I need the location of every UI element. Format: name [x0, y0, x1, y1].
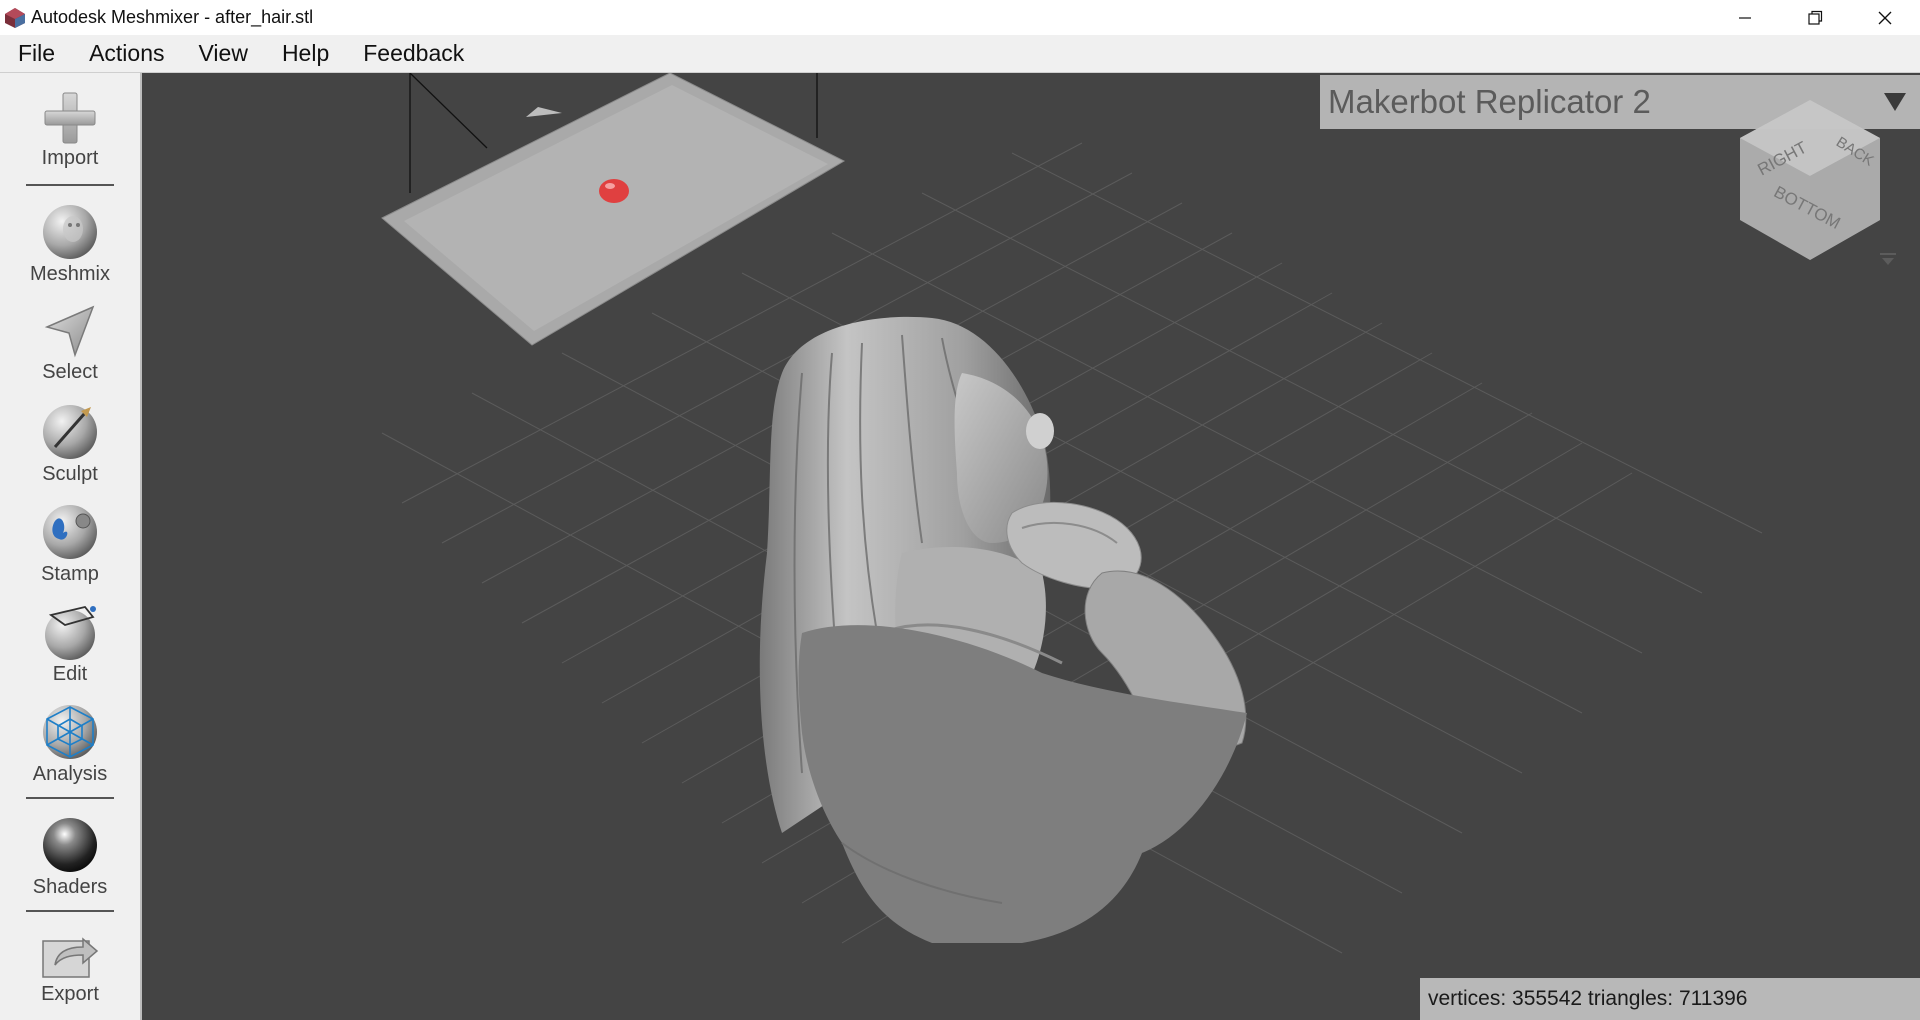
view-cube[interactable]: RIGHT BACK BOTTOM — [1735, 98, 1885, 263]
restore-icon — [1808, 10, 1823, 25]
edit-tool-button[interactable]: Edit — [0, 603, 140, 686]
menu-help[interactable]: Help — [265, 35, 346, 72]
select-tool-button[interactable]: Select — [0, 303, 140, 384]
meshmix-icon — [43, 205, 97, 259]
analysis-icon — [43, 705, 97, 759]
menu-feedback[interactable]: Feedback — [346, 35, 481, 72]
meshmix-label: Meshmix — [29, 263, 110, 285]
analysis-label: Analysis — [32, 763, 108, 785]
menu-actions[interactable]: Actions — [72, 35, 181, 72]
meshmix-tool-button[interactable]: Meshmix — [0, 203, 140, 286]
stamp-icon — [43, 505, 97, 559]
window-controls — [1710, 0, 1920, 35]
restore-button[interactable] — [1780, 0, 1850, 35]
select-label: Select — [42, 361, 98, 383]
export-icon — [42, 937, 99, 978]
printer-name: Makerbot Replicator 2 — [1328, 83, 1651, 120]
meshmixer-logo-icon — [5, 7, 25, 28]
minimize-button[interactable] — [1710, 0, 1780, 35]
edit-icon — [45, 605, 96, 660]
close-button[interactable] — [1850, 0, 1920, 35]
mesh-stats-text: vertices: 355542 triangles: 711396 — [1428, 987, 1748, 1010]
sculpt-tool-button[interactable]: Sculpt — [0, 403, 140, 486]
import-label: Import — [41, 147, 99, 169]
sculpt-icon — [43, 405, 97, 459]
export-tool-button[interactable]: Export — [0, 931, 140, 1006]
edit-label: Edit — [52, 663, 88, 685]
dropdown-triangle-icon[interactable] — [1882, 89, 1908, 113]
pivot-marker[interactable] — [599, 179, 629, 203]
shaders-icon — [43, 818, 97, 872]
toolbar-divider — [26, 184, 114, 186]
analysis-tool-button[interactable]: Analysis — [0, 703, 140, 786]
scene-canvas[interactable] — [142, 73, 1920, 1020]
minimize-icon — [1739, 16, 1751, 19]
toolbar-divider — [26, 797, 114, 799]
3d-viewport[interactable] — [142, 73, 1920, 1020]
export-label: Export — [41, 983, 99, 1005]
view-cube-icon[interactable]: RIGHT BACK BOTTOM — [1735, 98, 1885, 263]
stamp-label: Stamp — [41, 563, 99, 585]
toolbar-divider — [26, 910, 114, 912]
viewcube-menu-icon[interactable] — [1878, 250, 1898, 268]
import-icon — [44, 92, 96, 144]
title-bar: Autodesk Meshmixer - after_hair.stl — [0, 0, 1920, 35]
select-icon — [44, 305, 95, 358]
import-tool-button[interactable]: Import — [0, 91, 140, 170]
shaders-tool-button[interactable]: Shaders — [0, 816, 140, 899]
menu-view[interactable]: View — [182, 35, 265, 72]
window-title: Autodesk Meshmixer - after_hair.stl — [31, 7, 314, 27]
mesh-stats-bar: vertices: 355542 triangles: 711396 — [1420, 978, 1920, 1020]
shaders-label: Shaders — [32, 876, 108, 898]
tool-sidebar: Import Meshmix Select Sculpt Stamp Edit … — [0, 73, 142, 1020]
stamp-tool-button[interactable]: Stamp — [0, 503, 140, 586]
menu-file[interactable]: File — [0, 35, 72, 72]
menu-bar: File Actions View Help Feedback — [0, 35, 1920, 73]
pivot-marker-highlight — [605, 183, 615, 189]
close-icon — [1878, 11, 1892, 24]
sculpt-label: Sculpt — [42, 463, 98, 485]
